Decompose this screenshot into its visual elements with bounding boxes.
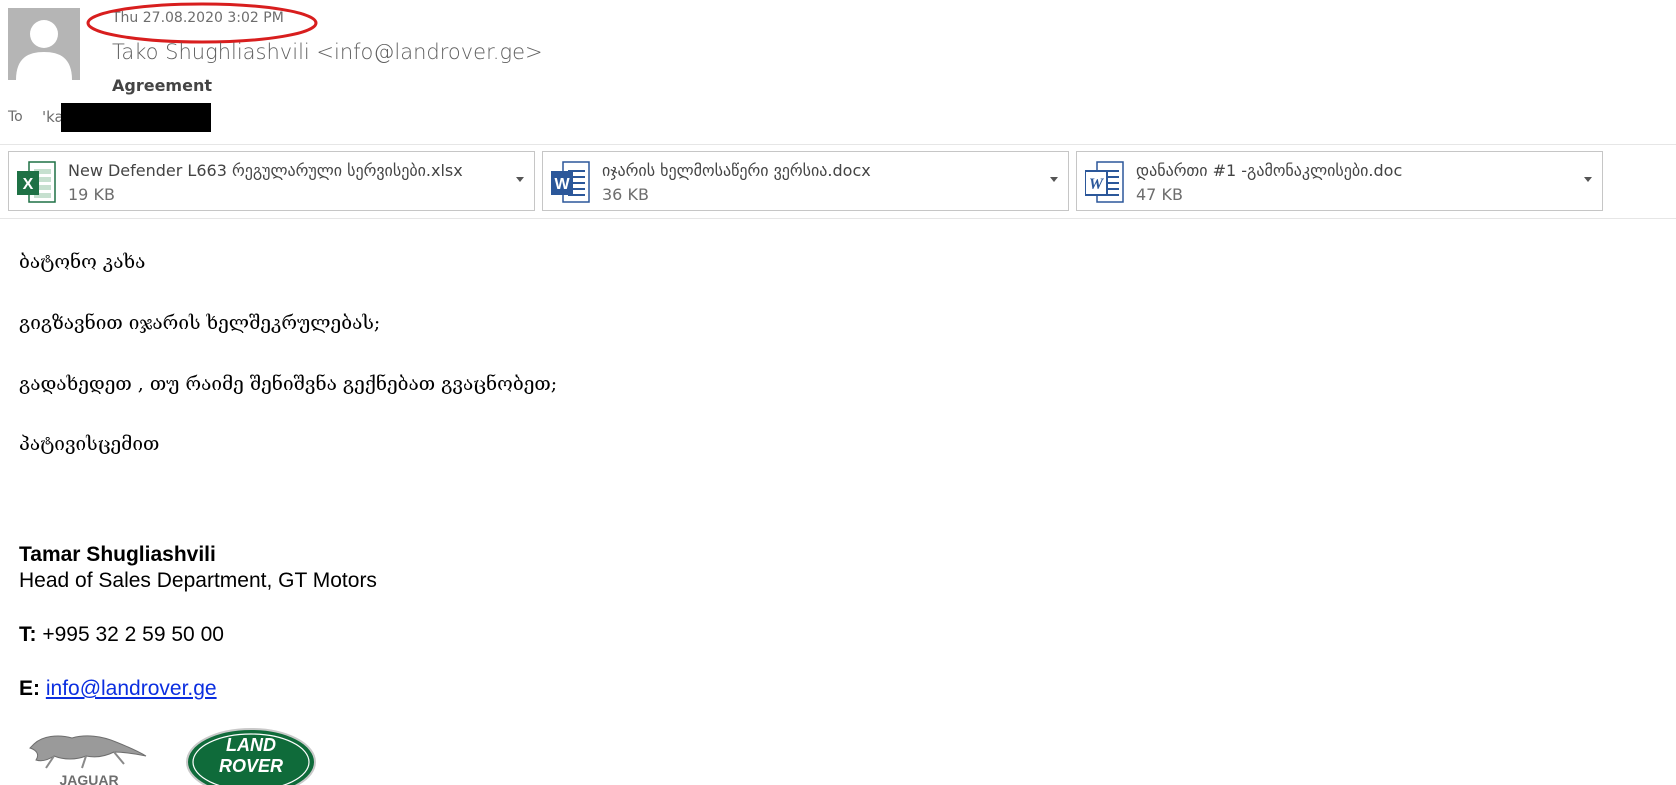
chevron-down-icon[interactable] — [516, 177, 524, 182]
divider — [0, 144, 1676, 145]
attachment-size: 47 KB — [1136, 185, 1183, 204]
subject: Agreement — [112, 76, 212, 95]
svg-text:W: W — [554, 176, 570, 193]
email-label: E: — [19, 677, 40, 700]
red-annotation-ellipse — [86, 2, 318, 44]
signature-name: Tamar Shugliashvili — [19, 543, 216, 566]
chevron-down-icon[interactable] — [1050, 177, 1058, 182]
phone-number: +995 32 2 59 50 00 — [42, 623, 224, 646]
attachment-xlsx[interactable]: X New Defender L663 რეგულარული სერვისები… — [8, 151, 535, 211]
body-line: გადახედეთ , თუ რაიმე შენიშვნა გექნებათ გ… — [19, 373, 558, 395]
signature-email: E: info@landrover.ge — [19, 677, 217, 701]
excel-icon: X — [17, 161, 56, 203]
closing-line: პატივისცემით — [19, 433, 160, 455]
svg-text:LAND: LAND — [226, 735, 276, 755]
divider — [0, 218, 1676, 219]
sender-name[interactable]: Tako Shughliashvili <info@landrover.ge> — [112, 40, 543, 64]
svg-text:X: X — [23, 176, 34, 193]
phone-label: T: — [19, 623, 37, 646]
greeting-line: ბატონო კახა — [19, 251, 146, 273]
avatar — [8, 8, 80, 80]
landrover-oval-icon: LAND ROVER — [186, 728, 316, 785]
chevron-down-icon[interactable] — [1584, 177, 1592, 182]
svg-text:JAGUAR: JAGUAR — [59, 772, 118, 785]
attachment-name: New Defender L663 რეგულარული სერვისები.x… — [68, 161, 463, 180]
attachment-size: 19 KB — [68, 185, 115, 204]
signature-title: Head of Sales Department, GT Motors — [19, 569, 377, 592]
email-link[interactable]: info@landrover.ge — [46, 677, 217, 700]
attachment-size: 36 KB — [602, 185, 649, 204]
svg-text:ROVER: ROVER — [219, 756, 283, 776]
attachment-name: იჯარის ხელმოსაწერი ვერსია.docx — [602, 161, 871, 180]
redaction-bar — [61, 103, 211, 132]
svg-text:W: W — [1089, 176, 1105, 193]
body-line: გიგზავნით იჯარის ხელშეკრულებას; — [19, 312, 381, 334]
landrover-logo: LAND ROVER — [184, 727, 318, 785]
to-label: To — [8, 109, 23, 125]
jaguar-leaper-icon: JAGUAR — [29, 735, 147, 785]
attachment-name: დანართი #1 -გამონაკლისები.doc — [1136, 161, 1403, 180]
jaguar-logo: JAGUAR — [24, 730, 154, 785]
signature-phone: T: +995 32 2 59 50 00 — [19, 623, 224, 647]
attachment-docx[interactable]: W იჯარის ხელმოსაწერი ვერსია.docx 36 KB — [542, 151, 1069, 211]
word-icon: W — [1085, 161, 1124, 203]
person-icon — [8, 8, 80, 80]
attachment-doc[interactable]: W დანართი #1 -გამონაკლისები.doc 47 KB — [1076, 151, 1603, 211]
word-icon: W — [551, 161, 590, 203]
